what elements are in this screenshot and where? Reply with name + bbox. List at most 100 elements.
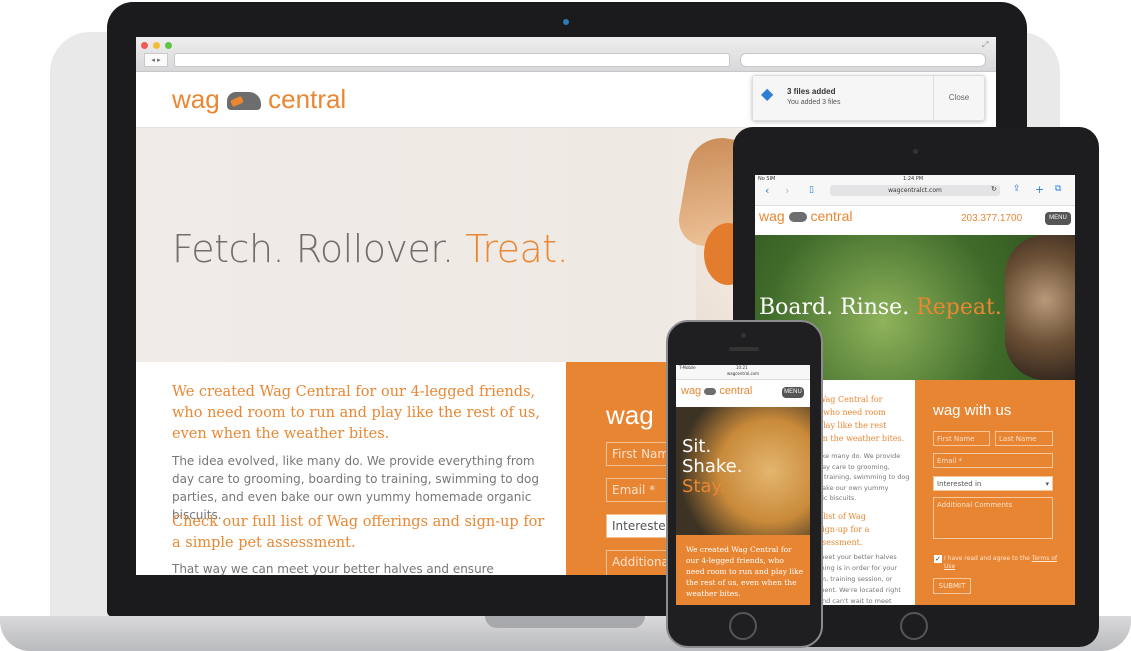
tablet-forward-icon[interactable]: › — [785, 184, 789, 197]
intro-content: We created Wag Central for our 4-legged … — [136, 362, 566, 575]
tablet-body-line: bake our own yummy — [818, 483, 889, 492]
phone-logo-wag: wag — [681, 385, 702, 397]
address-bar[interactable] — [174, 53, 730, 67]
tablet-phone-number[interactable]: 203.377.1700 — [961, 213, 1022, 224]
signup-heading: wag — [606, 400, 654, 430]
intro-lead: We created Wag Central for our 4-legged … — [172, 384, 540, 442]
dog-logo-icon — [226, 92, 261, 111]
phone-menu-button[interactable]: MENU — [782, 387, 804, 398]
phone-home-button[interactable] — [729, 612, 757, 640]
tablet-body-line: o training, swimming to dog — [818, 473, 910, 481]
notification-title: 3 files added — [787, 87, 836, 96]
tablet-time: 1:24 PM — [903, 176, 924, 182]
tablet-body2-line: meet your better halves — [818, 553, 897, 561]
tablet-lead-line: play like the rest — [818, 421, 887, 430]
phone-time: 10:21 — [736, 365, 748, 370]
site-logo[interactable]: wag central — [172, 84, 346, 115]
tablet-lead-line: Wag Central for — [818, 395, 883, 404]
tablet-hero-main: Board. Rinse. — [759, 295, 910, 320]
phone-hero-line: Shake. — [682, 456, 743, 477]
tablet-intro-lead: Wag Central for , who need room play lik… — [818, 393, 918, 445]
tablet-reload-icon[interactable]: ↻ — [991, 185, 997, 193]
phone-hero-title: Sit. Shake. Stay. — [682, 437, 742, 497]
tablet-comments-textarea[interactable]: Additional Comments — [933, 497, 1053, 539]
tablet-hero-accent: Repeat. — [916, 295, 1002, 320]
tablet-dog-logo-icon — [788, 212, 807, 223]
laptop-camera-icon — [563, 19, 569, 25]
hero-title-main: Fetch. Rollover. — [172, 227, 454, 271]
tablet-hero-title: Board. Rinse. Repeat. — [759, 295, 1002, 320]
hero-title-accent: Treat. — [465, 227, 569, 271]
phone-site-logo[interactable]: wag central — [681, 385, 752, 397]
tablet-lead2-line: ssessment. — [818, 538, 863, 547]
logo-wag-text: wag — [172, 84, 220, 114]
laptop-notch — [485, 616, 645, 628]
tablet-lead2-line: l list of Wag — [818, 512, 866, 521]
phone-address-bar[interactable]: wagcentral.com — [676, 371, 810, 376]
notification-close-button[interactable]: Close — [934, 76, 984, 120]
minimize-window-icon[interactable] — [153, 42, 160, 49]
tablet-bookmarks-icon[interactable]: ▯ — [809, 185, 814, 195]
maximize-window-icon[interactable] — [165, 42, 172, 49]
logo-central-text: central — [268, 84, 347, 114]
phone-screen: T-Mobile 10:21 wagcentral.com wag centra… — [676, 365, 810, 605]
assessment-body: That way we can meet your better halves … — [172, 562, 494, 575]
tablet-logo-wag: wag — [759, 208, 785, 224]
tablet-last-name-input[interactable]: Last Name — [995, 431, 1053, 446]
terms-checkbox[interactable]: ✓ — [934, 555, 942, 563]
phone-intro-lead: We created Wag Central for our 4-legged … — [686, 545, 804, 598]
tablet-share-icon[interactable]: ⇪ — [1013, 184, 1021, 194]
tablet-body-line: nic biscuits. — [818, 494, 857, 502]
tablet-site-logo[interactable]: wag central — [759, 208, 853, 224]
phone-speaker — [729, 347, 759, 351]
tablet-address-bar[interactable]: wagcentralct.com — [830, 185, 1000, 196]
tablet-new-tab-icon[interactable]: + — [1035, 183, 1044, 196]
tablet-carrier: No SIM — [758, 176, 776, 182]
tablet-form-heading: wag with us — [933, 402, 1012, 419]
tablet-logo-central: central — [810, 208, 853, 224]
back-forward-buttons[interactable]: ◂ ▸ — [144, 53, 168, 67]
tablet-back-icon[interactable]: ‹ — [765, 184, 769, 197]
offerings-lead[interactable]: Check our full list of Wag offerings and… — [172, 512, 552, 554]
phone-browser-bar: T-Mobile 10:21 wagcentral.com — [676, 365, 810, 380]
dropbox-icon: ◆ — [761, 86, 774, 103]
tablet-browser-bar: No SIM 1:24 PM ‹ › ▯ wagcentralct.com ↻ … — [755, 175, 1075, 206]
dropbox-notification: ◆ 3 files added You added 3 files Close — [752, 75, 985, 121]
fullscreen-icon[interactable]: ⤢ — [982, 40, 988, 50]
tablet-tabs-icon[interactable]: ⧉ — [1055, 184, 1061, 194]
tablet-menu-button[interactable]: MENU — [1045, 212, 1071, 225]
tablet-lead-line: , who need room — [818, 408, 886, 417]
phone-camera-icon — [741, 333, 746, 338]
tablet-signup-panel: wag with us First Name Last Name Email *… — [915, 380, 1075, 605]
phone-intro-panel: We created Wag Central for our 4-legged … — [676, 535, 810, 605]
phone-carrier: T-Mobile — [679, 365, 696, 370]
tablet-body2-line: ment. We're located right — [818, 586, 901, 594]
tablet-body2-line: and can't wait to meet — [818, 597, 892, 605]
submit-button[interactable]: SUBMIT — [933, 578, 971, 594]
tablet-assessment-body: meet your better halves thing is in orde… — [818, 552, 918, 605]
tablet-body2-line: im, training session, or — [818, 575, 893, 583]
tablet-offerings-lead[interactable]: l list of Wag sign-up for a ssessment. — [818, 510, 918, 549]
tablet-interest-select[interactable]: Interested in ▾ — [933, 476, 1053, 491]
tablet-interest-value: Interested in — [937, 480, 982, 488]
tablet-body2-line: thing is in order for your — [818, 564, 898, 572]
phone-dog-logo-icon — [704, 387, 717, 395]
tablet-home-button[interactable] — [900, 612, 928, 640]
phone-hero-accent: Stay. — [682, 476, 726, 497]
tablet-lead-line: en the weather bites. — [818, 434, 905, 443]
browser-search-field[interactable] — [740, 53, 986, 67]
phone-logo-central: central — [719, 385, 753, 397]
tablet-first-name-input[interactable]: First Name — [933, 431, 990, 446]
notification-subtitle: You added 3 files — [787, 99, 841, 106]
tablet-pug-image — [1005, 235, 1075, 380]
tablet-intro-body: like many do. We provide day care to gro… — [818, 451, 918, 504]
tablet-body-line: day care to grooming, — [818, 462, 890, 471]
phone-hero-line: Sit. — [682, 436, 712, 457]
tablet-body-line: like many do. We provide — [818, 452, 901, 460]
tablet-email-input[interactable]: Email * — [933, 453, 1053, 468]
terms-label: I have read and agree to the Terms of Us… — [944, 555, 1059, 571]
chevron-down-icon: ▾ — [1045, 480, 1049, 488]
close-window-icon[interactable] — [141, 42, 148, 49]
hero-title: Fetch. Rollover. Treat. — [172, 227, 569, 271]
tablet-camera-icon — [913, 149, 918, 154]
